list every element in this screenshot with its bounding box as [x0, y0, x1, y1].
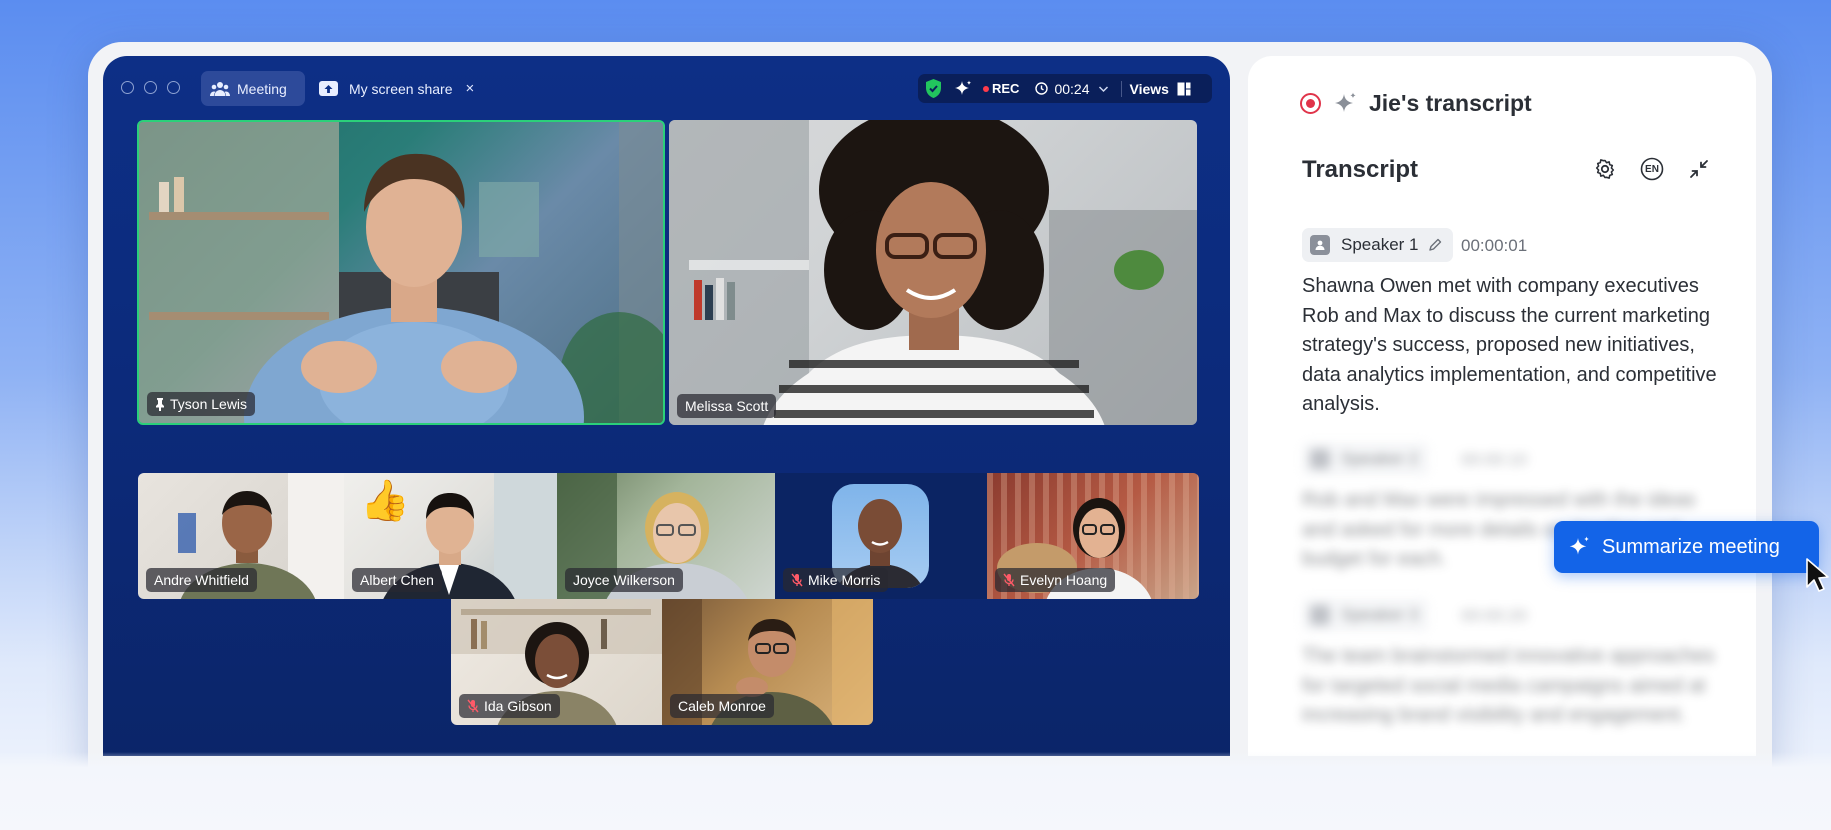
- participant-name-tag: Joyce Wilkerson: [565, 568, 683, 592]
- transcript-section-title: Transcript: [1302, 156, 1419, 183]
- participant-name-tag: Andre Whitfield: [146, 568, 257, 592]
- participant-name-tag: Tyson Lewis: [147, 392, 256, 416]
- video-tile-albert[interactable]: 👍 Albert Chen: [344, 473, 557, 599]
- language-icon[interactable]: EN: [1639, 156, 1665, 182]
- collapse-icon[interactable]: [1686, 156, 1712, 182]
- mic-muted-icon: [1003, 573, 1015, 587]
- cursor-icon: [1806, 558, 1829, 592]
- window-minimize-control[interactable]: [144, 81, 157, 94]
- participant-name-tag: Evelyn Hoang: [995, 568, 1116, 592]
- video-tile-mike[interactable]: Mike Morris: [775, 473, 987, 599]
- gear-icon[interactable]: [1592, 156, 1618, 182]
- shield-icon[interactable]: [924, 78, 943, 99]
- views-label: Views: [1129, 80, 1169, 97]
- bottom-fade: [0, 752, 1831, 830]
- clock-icon: [1035, 82, 1049, 95]
- participant-name-tag: Ida Gibson: [459, 694, 560, 718]
- screen-share-icon: [319, 81, 338, 96]
- close-icon[interactable]: ×: [465, 80, 474, 97]
- window-close-control[interactable]: [121, 81, 134, 94]
- participant-name: Caleb Monroe: [678, 698, 766, 714]
- video-tile-main-1[interactable]: Tyson Lewis: [137, 120, 665, 425]
- pencil-icon[interactable]: [1427, 237, 1443, 253]
- speaker-name: Speaker 1: [1341, 235, 1419, 254]
- record-icon[interactable]: [1300, 93, 1321, 114]
- participant-name-tag: Mike Morris: [783, 568, 889, 592]
- tab-screen-share-label: My screen share: [349, 80, 453, 97]
- participant-name: Mike Morris: [808, 572, 881, 588]
- meeting-status-bar: REC 00:24 Views: [918, 74, 1212, 103]
- window-maximize-control[interactable]: [167, 81, 180, 94]
- participant-name: Joyce Wilkerson: [573, 572, 675, 588]
- entry-timestamp: 00:00:20: [1461, 606, 1528, 625]
- sparkle-icon: [1335, 92, 1356, 112]
- rec-label: REC: [992, 81, 1020, 96]
- speaker-avatar-icon: [1310, 235, 1330, 255]
- participant-name-tag: Caleb Monroe: [670, 694, 774, 718]
- video-tile-ida[interactable]: Ida Gibson: [451, 599, 662, 725]
- video-tile-main-2[interactable]: Melissa Scott: [669, 120, 1197, 425]
- transcript-panel: Jie's transcript Transcript EN Speaker 1…: [1248, 56, 1756, 756]
- participant-name: Albert Chen: [360, 572, 434, 588]
- chevron-down-icon: [1098, 85, 1108, 92]
- participant-name-tag: Melissa Scott: [677, 394, 777, 418]
- meeting-timer[interactable]: 00:24: [1035, 81, 1108, 97]
- pin-icon: [156, 398, 164, 411]
- reaction-thumbs-up-icon: 👍: [360, 479, 410, 523]
- record-dot-icon: [983, 85, 989, 92]
- tab-screen-share[interactable]: My screen share ×: [319, 71, 474, 106]
- status-divider: [1120, 80, 1122, 97]
- meeting-toolbar: Meeting My screen share × REC 00:24 View…: [103, 56, 1230, 108]
- speaker-chip: Speaker 3: [1302, 598, 1429, 632]
- meeting-stage: Meeting My screen share × REC 00:24 View…: [103, 56, 1230, 756]
- video-tile-caleb[interactable]: Caleb Monroe: [662, 599, 873, 725]
- mic-muted-icon: [467, 699, 479, 713]
- participant-video-melissa: [669, 120, 1197, 425]
- participant-video-tyson: [139, 122, 663, 423]
- participants-icon: [210, 81, 230, 96]
- entry-timestamp: 00:00:10: [1461, 450, 1528, 469]
- language-badge: EN: [1645, 163, 1659, 175]
- participant-name-tag: Albert Chen: [352, 568, 442, 592]
- tab-meeting[interactable]: Meeting: [201, 71, 305, 106]
- summarize-meeting-button[interactable]: Summarize meeting: [1554, 521, 1819, 573]
- entry-timestamp: 00:00:01: [1461, 236, 1528, 255]
- speaker-chip[interactable]: Speaker 1: [1302, 228, 1453, 262]
- video-tile-evelyn[interactable]: Evelyn Hoang: [987, 473, 1199, 599]
- sparkle-icon: [1569, 536, 1589, 555]
- transcript-panel-header: Jie's transcript: [1300, 90, 1532, 117]
- views-layout-icon: [1177, 82, 1191, 95]
- summarize-meeting-label: Summarize meeting: [1602, 535, 1780, 558]
- video-tile-joyce[interactable]: Joyce Wilkerson: [557, 473, 775, 599]
- participant-name: Tyson Lewis: [170, 396, 248, 412]
- views-button[interactable]: Views: [1130, 81, 1191, 97]
- mic-muted-icon: [791, 573, 803, 587]
- speaker-name: Speaker 2: [1341, 449, 1419, 468]
- speaker-avatar-icon: [1310, 449, 1330, 469]
- timer-value: 00:24: [1054, 80, 1090, 97]
- transcript-text: The team brainstormed innovative approac…: [1302, 645, 1715, 726]
- participant-name: Ida Gibson: [484, 698, 552, 714]
- participant-name: Andre Whitfield: [154, 572, 249, 588]
- participant-name: Evelyn Hoang: [1020, 572, 1108, 588]
- tab-meeting-label: Meeting: [237, 80, 287, 97]
- recording-indicator[interactable]: REC: [983, 81, 1019, 96]
- video-tile-andre[interactable]: Andre Whitfield: [138, 473, 344, 599]
- speaker-chip: Speaker 2: [1302, 442, 1429, 476]
- transcript-owner-title: Jie's transcript: [1369, 90, 1532, 116]
- sparkle-icon[interactable]: [953, 79, 973, 99]
- speaker-name: Speaker 3: [1341, 605, 1419, 624]
- speaker-avatar-icon: [1310, 605, 1330, 625]
- transcript-text: Shawna Owen met with company executives …: [1302, 275, 1717, 415]
- participant-name: Melissa Scott: [685, 398, 769, 414]
